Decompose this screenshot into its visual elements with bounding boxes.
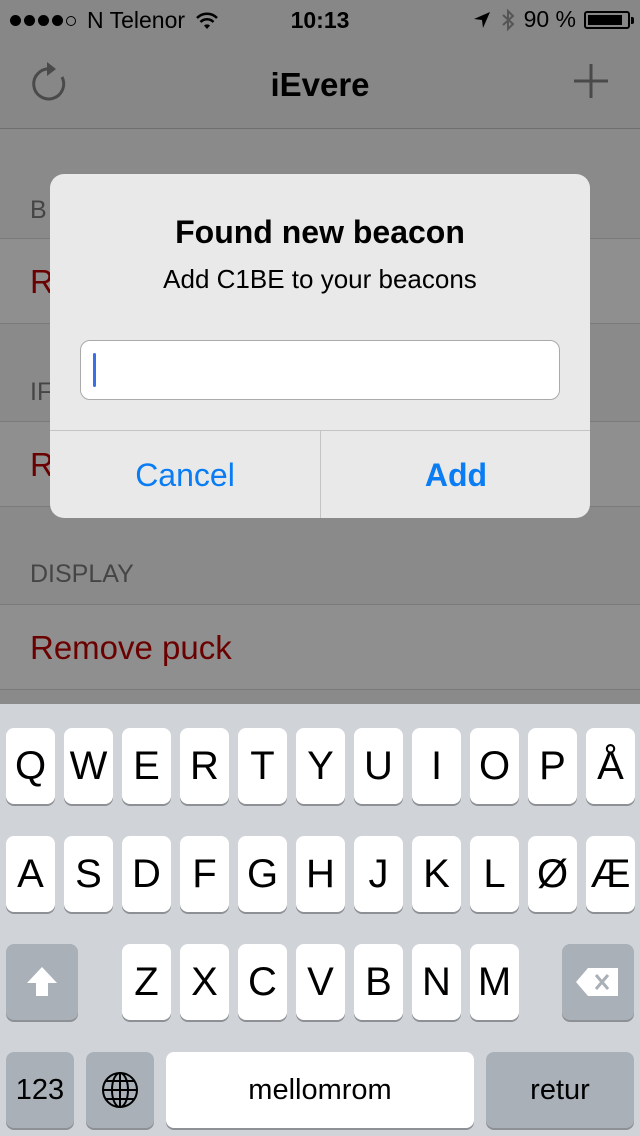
beacon-name-input[interactable] [81, 341, 559, 399]
key-M[interactable]: M [470, 944, 519, 1020]
key-Æ[interactable]: Æ [586, 836, 635, 912]
key-T[interactable]: T [238, 728, 287, 804]
battery-percent: 90 % [523, 6, 576, 32]
key-W[interactable]: W [64, 728, 113, 804]
remove-puck-row[interactable]: Remove puck [0, 604, 640, 690]
key-Ø[interactable]: Ø [528, 836, 577, 912]
key-Å[interactable]: Å [586, 728, 635, 804]
globe-key[interactable] [86, 1052, 154, 1128]
plus-icon[interactable] [572, 62, 610, 100]
key-Y[interactable]: Y [296, 728, 345, 804]
key-K[interactable]: K [412, 836, 461, 912]
status-right: 90 % [472, 6, 634, 33]
key-I[interactable]: I [412, 728, 461, 804]
keyboard: QWERTYUIOPÅ ASDFGHJKLØÆ ZXCVBNM 123 mell… [0, 704, 640, 1136]
add-button[interactable]: Add [320, 431, 590, 518]
battery-fill [588, 14, 623, 25]
key-Q[interactable]: Q [6, 728, 55, 804]
shift-key[interactable] [6, 944, 78, 1020]
return-key[interactable]: retur [486, 1052, 634, 1128]
status-bar: N Telenor 10:13 90 % [0, 0, 640, 40]
page-title: iEvere [270, 66, 370, 103]
alert-message: Add C1BE to your beacons [163, 264, 477, 294]
key-H[interactable]: H [296, 836, 345, 912]
key-O[interactable]: O [470, 728, 519, 804]
key-U[interactable]: U [354, 728, 403, 804]
alert-buttons: Cancel Add [50, 430, 590, 518]
shift-arrow-icon [27, 967, 57, 996]
key-G[interactable]: G [238, 836, 287, 912]
beacon-name-field[interactable] [80, 340, 560, 400]
numbers-key[interactable]: 123 [6, 1052, 74, 1128]
key-B[interactable]: B [354, 944, 403, 1020]
key-Z[interactable]: Z [122, 944, 171, 1020]
cancel-button[interactable]: Cancel [50, 431, 320, 518]
key-X[interactable]: X [180, 944, 229, 1020]
found-beacon-alert: Found new beacon Add C1BE to your beacon… [50, 174, 590, 518]
navigation-bar: iEvere [0, 40, 640, 129]
key-C[interactable]: C [238, 944, 287, 1020]
key-F[interactable]: F [180, 836, 229, 912]
key-S[interactable]: S [64, 836, 113, 912]
key-V[interactable]: V [296, 944, 345, 1020]
globe-icon [102, 1072, 138, 1108]
key-J[interactable]: J [354, 836, 403, 912]
backspace-key[interactable] [562, 944, 634, 1020]
space-key[interactable]: mellomrom [166, 1052, 474, 1128]
key-E[interactable]: E [122, 728, 171, 804]
key-A[interactable]: A [6, 836, 55, 912]
key-R[interactable]: R [180, 728, 229, 804]
key-P[interactable]: P [528, 728, 577, 804]
key-D[interactable]: D [122, 836, 171, 912]
section-header-display: DISPLAY [30, 560, 134, 588]
alert-title: Found new beacon [175, 214, 465, 250]
bluetooth-icon [501, 8, 515, 31]
location-arrow-icon [473, 11, 490, 28]
key-N[interactable]: N [412, 944, 461, 1020]
key-L[interactable]: L [470, 836, 519, 912]
backspace-icon [576, 968, 618, 996]
battery-icon [584, 10, 634, 29]
